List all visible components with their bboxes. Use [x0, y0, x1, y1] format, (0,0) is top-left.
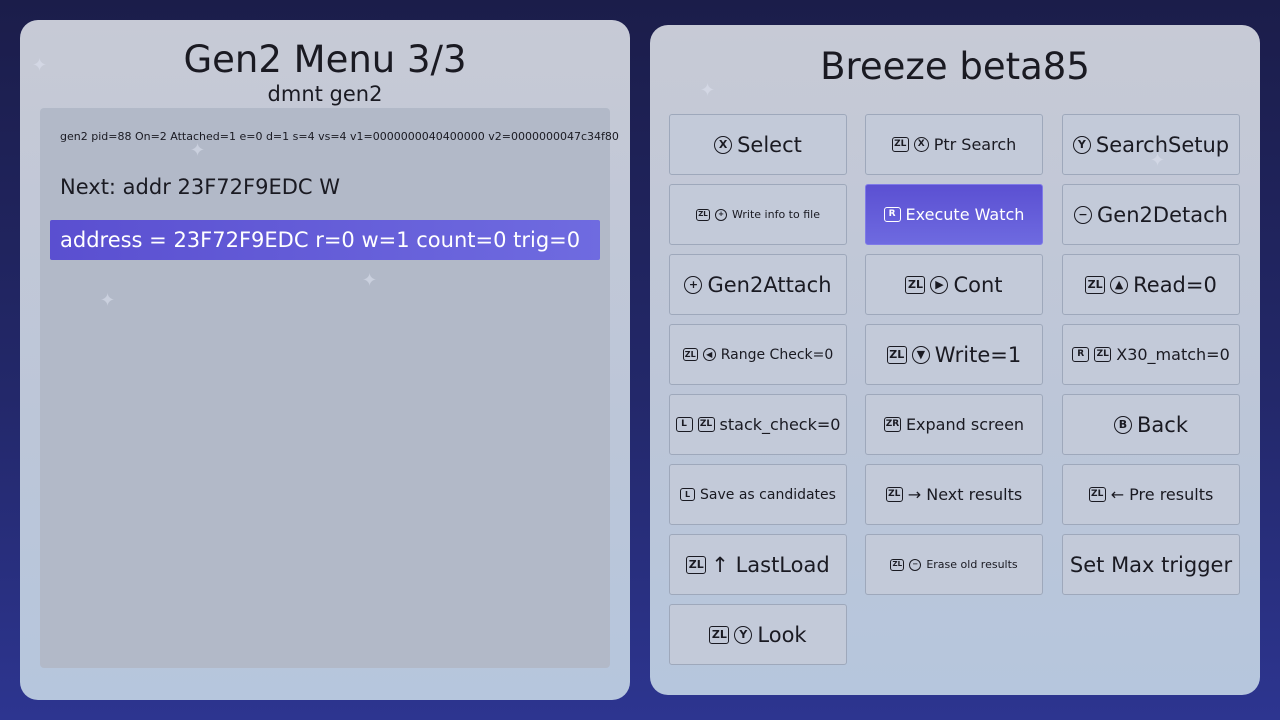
- left-panel-title: Gen2 Menu 3/3: [183, 38, 467, 81]
- menu-button-pre-results[interactable]: ZL ← Pre results: [1062, 464, 1240, 525]
- results-list: gen2 pid=88 On=2 Attached=1 e=0 d=1 s=4 …: [40, 108, 619, 668]
- dpad-up-icon: ▲: [1110, 275, 1129, 294]
- sparkle-icon: ✦: [700, 80, 716, 101]
- zl-button-icon: ZL: [891, 137, 909, 152]
- x-button-icon: X: [913, 137, 929, 152]
- minus-button-icon: −: [909, 558, 922, 571]
- zl-button-icon: ZL: [885, 487, 903, 502]
- menu-button-look[interactable]: ZL Y Look: [669, 604, 847, 665]
- menu-button-save-as-candidates[interactable]: L Save as candidates: [669, 464, 847, 525]
- menu-button-label: Erase old results: [926, 558, 1018, 571]
- status-line: gen2 pid=88 On=2 Attached=1 e=0 d=1 s=4 …: [60, 130, 619, 143]
- zl-button-icon: ZL: [686, 555, 707, 574]
- menu-button-gen2detach[interactable]: − Gen2Detach: [1062, 184, 1240, 245]
- menu-button-write-info-to-file[interactable]: ZL + Write info to file: [669, 184, 847, 245]
- zl-button-icon: ZL: [890, 558, 905, 571]
- menu-button-x30-match-0[interactable]: R ZL X30_match=0: [1062, 324, 1240, 385]
- menu-button-ptr-search[interactable]: ZL X Ptr Search: [865, 114, 1043, 175]
- menu-button-label: Expand screen: [905, 415, 1025, 434]
- b-button-icon: B: [1114, 415, 1132, 434]
- menu-button-gen2attach[interactable]: + Gen2Attach: [669, 254, 847, 315]
- menu-button-select[interactable]: X Select: [669, 114, 847, 175]
- left-panel-subtitle: dmnt gen2: [267, 82, 383, 106]
- menu-button-back[interactable]: B Back: [1062, 394, 1240, 455]
- menu-button-range-check-0[interactable]: ZL ◀ Range Check=0: [669, 324, 847, 385]
- menu-button-write-1[interactable]: ZL ▼ Write=1: [865, 324, 1043, 385]
- zl-button-icon: ZL: [1088, 487, 1106, 502]
- plus-button-icon: +: [715, 208, 728, 221]
- sparkle-icon: ✦: [362, 270, 378, 291]
- next-address: Next: addr 23F72F9EDC W: [60, 175, 341, 199]
- r-button-icon: R: [1072, 347, 1090, 362]
- menu-button-label: Gen2Attach: [707, 272, 832, 297]
- menu-button-set-max-trigger[interactable]: Set Max trigger: [1062, 534, 1240, 595]
- menu-button-label: X30_match=0: [1116, 345, 1230, 364]
- menu-button-label: Range Check=0: [720, 346, 834, 363]
- menu-button-label: Ptr Search: [933, 135, 1017, 154]
- l-button-icon: L: [680, 488, 696, 501]
- menu-button-execute-watch[interactable]: R Execute Watch: [865, 184, 1043, 245]
- menu-button-read-0[interactable]: ZL ▲ Read=0: [1062, 254, 1240, 315]
- l-button-icon: L: [675, 417, 693, 432]
- menu-button-erase-old-results[interactable]: ZL − Erase old results: [865, 534, 1043, 595]
- zl-button-icon: ZL: [696, 208, 711, 221]
- menu-button-label: ↑ LastLoad: [711, 552, 830, 577]
- menu-button-label: Read=0: [1133, 272, 1217, 297]
- sparkle-icon: ✦: [100, 290, 116, 311]
- menu-button-label: Write=1: [934, 342, 1022, 367]
- dpad-right-icon: ▶: [930, 275, 949, 294]
- menu-button-lastload[interactable]: ZL ↑ LastLoad: [669, 534, 847, 595]
- menu-button-label: Gen2Detach: [1097, 202, 1228, 227]
- sparkle-icon: ✦: [190, 140, 206, 161]
- plus-button-icon: +: [684, 275, 703, 294]
- dpad-left-icon: ◀: [702, 348, 716, 361]
- zl-button-icon: ZL: [709, 625, 730, 644]
- zl-button-icon: ZL: [886, 345, 907, 364]
- zl-button-icon: ZL: [682, 348, 698, 361]
- menu-button-cont[interactable]: ZL ▶ Cont: [865, 254, 1043, 315]
- menu-button-label: Set Max trigger: [1069, 552, 1233, 577]
- menu-button-label: Look: [757, 622, 807, 647]
- y-button-icon: Y: [1072, 135, 1091, 154]
- right-panel-title: Breeze beta85: [820, 45, 1090, 88]
- menu-button-next-results[interactable]: ZL → Next results: [865, 464, 1043, 525]
- menu-button-expand-screen[interactable]: ZR Expand screen: [865, 394, 1043, 455]
- menu-button-label: ← Pre results: [1110, 485, 1214, 504]
- zl-button-icon: ZL: [697, 417, 715, 432]
- dpad-down-icon: ▼: [911, 345, 930, 364]
- menu-button-label: Save as candidates: [700, 486, 836, 503]
- menu-button-label: Cont: [953, 272, 1003, 297]
- left-panel: Gen2 Menu 3/3 dmnt gen2 gen2 pid=88 On=2…: [20, 20, 630, 700]
- minus-button-icon: −: [1074, 205, 1093, 224]
- menu-button-label: → Next results: [907, 485, 1023, 504]
- r-button-icon: R: [883, 207, 901, 222]
- menu-button-stack-check-0[interactable]: L ZL stack_check=0: [669, 394, 847, 455]
- zr-button-icon: ZR: [883, 417, 901, 432]
- sparkle-icon: ✦: [32, 55, 48, 76]
- zl-button-icon: ZL: [905, 275, 926, 294]
- menu-button-label: Execute Watch: [905, 205, 1025, 224]
- menu-button-label: Write info to file: [732, 208, 820, 221]
- menu-button-label: Back: [1137, 412, 1188, 437]
- right-panel: Breeze beta85 X Select ZL X Ptr Search Y Searc…: [650, 25, 1260, 695]
- zl-button-icon: ZL: [1085, 275, 1106, 294]
- menu-button-label: stack_check=0: [719, 415, 841, 434]
- menu-button-label: Select: [737, 132, 802, 157]
- x-button-icon: X: [714, 135, 733, 154]
- zl-button-icon: ZL: [1094, 347, 1112, 362]
- selected-result-row[interactable]: address = 23F72F9EDC r=0 w=1 count=0 tri…: [50, 220, 600, 260]
- y-button-icon: Y: [734, 625, 753, 644]
- sparkle-icon: ✦: [1150, 150, 1166, 171]
